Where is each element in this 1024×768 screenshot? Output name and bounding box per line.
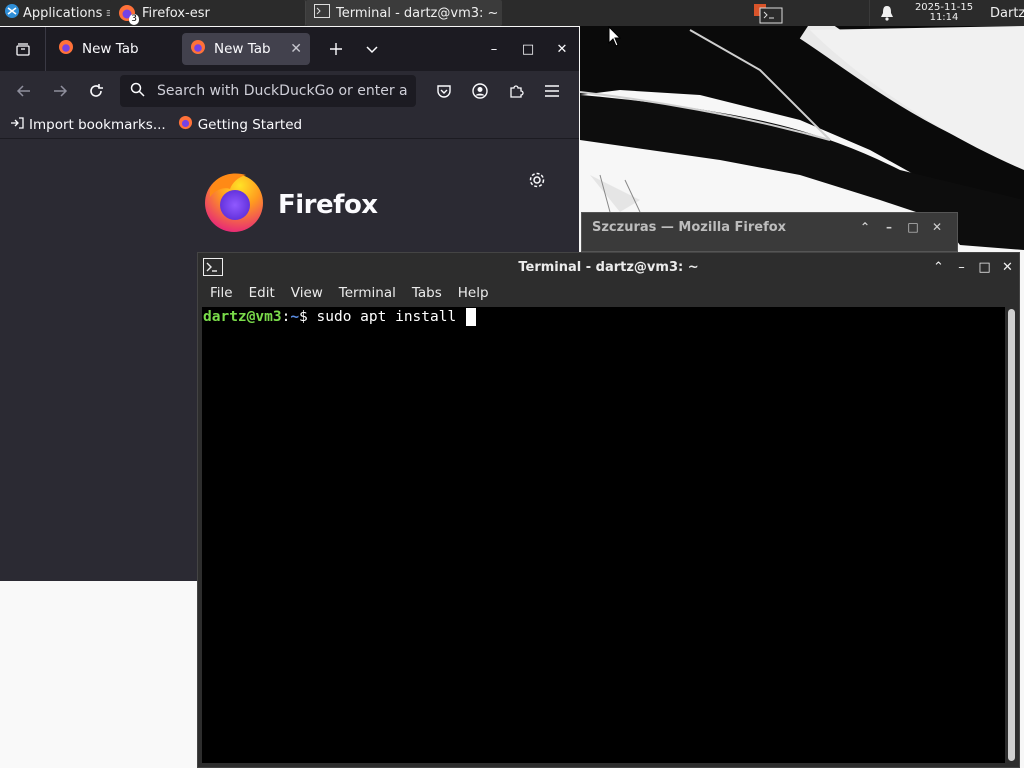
firefox-brand: Firefox: [202, 169, 378, 240]
bookmark-label: Import bookmarks...: [29, 116, 166, 133]
tab-close-icon[interactable]: ✕: [290, 41, 302, 57]
menu-view[interactable]: View: [283, 285, 331, 301]
menu-help[interactable]: Help: [450, 285, 497, 301]
prompt-path: ~: [290, 309, 300, 325]
bookmark-import[interactable]: Import bookmarks...: [10, 116, 166, 134]
firefox-icon: [178, 115, 193, 134]
terminal-menubar: File Edit View Terminal Tabs Help: [198, 281, 1019, 305]
firefox-tab-bar: New Tab New Tab ✕ – □ ✕: [0, 27, 579, 71]
firefox-logo-icon: [202, 169, 266, 240]
terminal-window[interactable]: Terminal - dartz@vm3: ~ ⌃ – □ ✕ File Edi…: [197, 252, 1020, 768]
text-cursor: [465, 308, 476, 326]
account-icon[interactable]: [462, 75, 498, 107]
typed-command: sudo apt install: [316, 309, 465, 325]
background-firefox-window[interactable]: Szczuras — Mozilla Firefox ⌃ – □ ✕: [581, 212, 958, 252]
user-menu-button[interactable]: Dartz: [984, 6, 1024, 21]
terminal-icon: [314, 4, 330, 22]
taskbar-firefox-button[interactable]: 3 Firefox-esr: [110, 0, 306, 26]
extensions-icon[interactable]: [498, 75, 534, 107]
tab-label: New Tab: [82, 41, 139, 57]
minimize-icon[interactable]: –: [950, 253, 973, 281]
taskbar-terminal-button[interactable]: Terminal - dartz@vm3: ~: [306, 0, 502, 26]
hamburger-menu-icon[interactable]: [534, 75, 570, 107]
mouse-pointer-icon: [608, 26, 622, 47]
close-icon[interactable]: ✕: [545, 33, 579, 65]
close-icon[interactable]: ✕: [927, 220, 947, 234]
forward-arrow-icon[interactable]: [42, 75, 78, 107]
tab-new-tab-1[interactable]: New Tab: [50, 33, 178, 65]
url-bar[interactable]: Search with DuckDuckGo or enter a: [120, 75, 416, 107]
search-icon: [130, 82, 145, 101]
window-count-badge: 3: [129, 14, 139, 25]
minimize-icon[interactable]: –: [879, 220, 899, 234]
tab-new-tab-2-active[interactable]: New Tab ✕: [182, 33, 310, 65]
firefox-icon: 3: [118, 4, 139, 25]
tray-app-icon[interactable]: [751, 0, 785, 26]
tab-list-chevron-icon[interactable]: [354, 33, 390, 65]
notification-bell-icon[interactable]: [870, 0, 904, 26]
menu-tabs[interactable]: Tabs: [404, 285, 450, 301]
minimize-icon[interactable]: –: [477, 33, 511, 65]
terminal-icon: [203, 258, 223, 276]
prompt-line: dartz@vm3: ~ $ sudo apt install: [203, 307, 1004, 327]
new-tab-plus-icon[interactable]: [318, 33, 354, 65]
prompt-separator: :: [281, 309, 291, 325]
settings-gear-icon[interactable]: [528, 171, 548, 191]
pocket-icon[interactable]: [426, 75, 462, 107]
terminal-titlebar[interactable]: Terminal - dartz@vm3: ~ ⌃ – □ ✕: [198, 253, 1019, 281]
taskbar-firefox-label: Firefox-esr: [142, 5, 210, 21]
maximize-icon[interactable]: □: [903, 220, 923, 234]
tab-label: New Tab: [214, 41, 271, 57]
terminal-title: Terminal - dartz@vm3: ~: [518, 259, 699, 275]
firefox-wordmark: Firefox: [278, 189, 378, 220]
menu-terminal[interactable]: Terminal: [331, 285, 404, 301]
top-panel: Applications ≡ 3 Firefox-esr Terminal - …: [0, 0, 1024, 26]
menu-edit[interactable]: Edit: [241, 285, 283, 301]
menu-file[interactable]: File: [202, 285, 241, 301]
chevron-up-icon[interactable]: ⌃: [927, 253, 950, 281]
bookmarks-toolbar: Import bookmarks... Getting Started: [0, 111, 579, 139]
prompt-user: dartz@vm3: [203, 309, 282, 325]
firefox-tab-icon: [58, 39, 74, 59]
background-window-titlebar[interactable]: Szczuras — Mozilla Firefox ⌃ – □ ✕: [582, 213, 957, 241]
xfce-applications-icon: [4, 3, 20, 23]
applications-label: Applications: [23, 5, 103, 21]
reload-icon[interactable]: [78, 75, 114, 107]
maximize-icon[interactable]: □: [973, 253, 996, 281]
url-placeholder: Search with DuckDuckGo or enter a: [157, 83, 408, 99]
applications-menu-button[interactable]: Applications ≡: [0, 0, 110, 26]
clock-time: 11:14: [929, 12, 959, 23]
terminal-output[interactable]: dartz@vm3: ~ $ sudo apt install: [202, 307, 1005, 763]
chevron-up-icon[interactable]: ⌃: [855, 220, 875, 234]
taskbar-terminal-label: Terminal - dartz@vm3: ~: [336, 5, 499, 21]
close-icon[interactable]: ✕: [996, 253, 1019, 281]
panel-clock[interactable]: 2025-11-15 11:14: [904, 3, 984, 23]
bookmark-getting-started[interactable]: Getting Started: [178, 115, 302, 134]
list-all-tabs-icon[interactable]: [0, 27, 46, 71]
bookmark-label: Getting Started: [197, 116, 303, 133]
terminal-scrollbar[interactable]: [1006, 307, 1017, 763]
maximize-icon[interactable]: □: [511, 33, 545, 65]
firefox-tab-icon: [190, 39, 206, 59]
import-icon: [10, 116, 24, 134]
prompt-symbol: $: [299, 309, 317, 325]
scrollbar-thumb[interactable]: [1008, 309, 1015, 761]
background-window-title: Szczuras — Mozilla Firefox: [592, 219, 787, 235]
back-arrow-icon[interactable]: [6, 75, 42, 107]
firefox-nav-bar: Search with DuckDuckGo or enter a: [0, 71, 579, 111]
